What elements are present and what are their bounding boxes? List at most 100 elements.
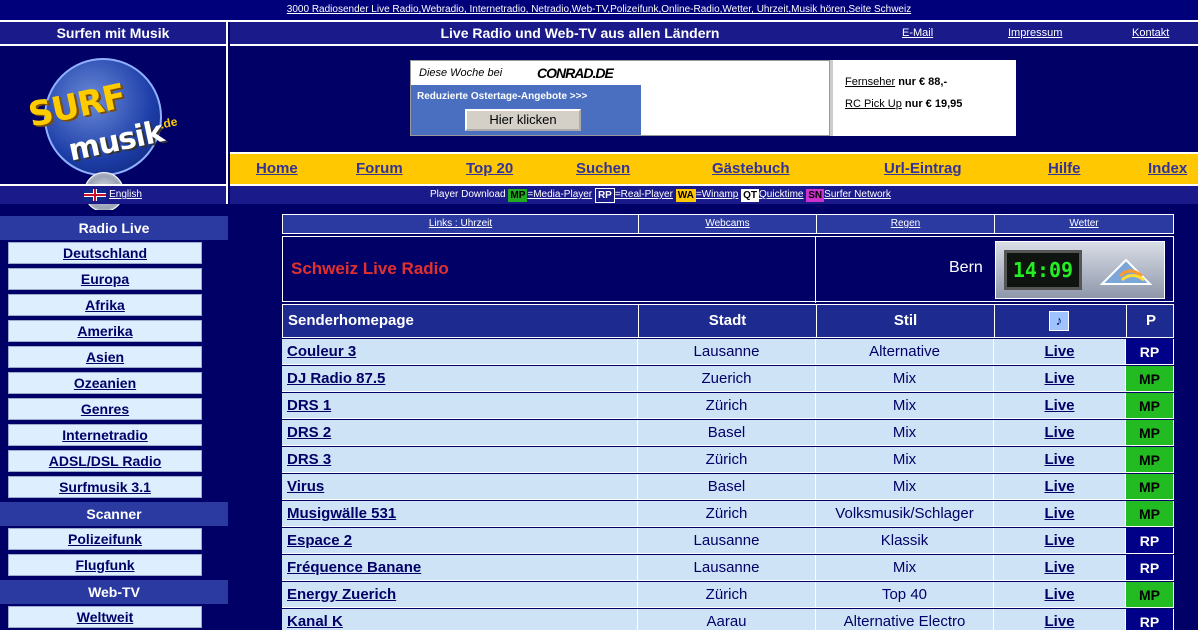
live-stream-link[interactable]: Live: [994, 582, 1126, 608]
table-row: Musigwälle 531 Zürich Volksmusik/Schlager L…: [282, 501, 1174, 527]
station-link[interactable]: Energy Zuerich: [282, 582, 638, 608]
station-city: Lausanne: [638, 528, 816, 554]
conrad-banner-ad[interactable]: Diese Woche bei CONRAD.DE Reduzierte Ost…: [410, 60, 830, 136]
fernseher-link[interactable]: Fernseher: [845, 76, 895, 88]
wa-badge: WA: [675, 188, 696, 202]
rc-pickup-link[interactable]: RC Pick Up: [845, 98, 902, 110]
email-link[interactable]: E-Mail: [902, 22, 933, 44]
media-player-link[interactable]: =Media-Player: [527, 189, 592, 200]
live-stream-link[interactable]: Live: [994, 474, 1126, 500]
live-stream-link[interactable]: Live: [994, 501, 1126, 527]
site-slogan: Surfen mit Musik: [0, 22, 228, 44]
sidebar-item-weltweit[interactable]: Weltweit: [8, 606, 202, 628]
qt-badge: QT: [741, 188, 760, 202]
nav-hilfe[interactable]: Hilfe: [1048, 160, 1081, 177]
impressum-link[interactable]: Impressum: [1008, 22, 1062, 44]
nav-suchen[interactable]: Suchen: [576, 160, 630, 177]
city-label: Bern: [949, 259, 983, 276]
station-link[interactable]: Virus: [282, 474, 638, 500]
live-stream-link[interactable]: Live: [994, 555, 1126, 581]
offer-line: RC Pick Up nur € 19,95: [845, 98, 962, 110]
nav-gaestebuch[interactable]: Gästebuch: [712, 160, 790, 177]
nav-top20[interactable]: Top 20: [466, 160, 513, 177]
real-player-link[interactable]: =Real-Player: [615, 189, 673, 200]
tab-regen[interactable]: Regen: [817, 215, 995, 233]
station-city: Aarau: [638, 609, 816, 630]
nav-forum[interactable]: Forum: [356, 160, 403, 177]
ad-promo-text: Reduzierte Ostertage-Angebote >>>: [417, 91, 588, 102]
mp-badge: MP: [508, 188, 528, 202]
station-panel: Links : Uhrzeit Webcams Regen Wetter Sch…: [282, 214, 1174, 630]
live-stream-link[interactable]: Live: [994, 447, 1126, 473]
station-link[interactable]: DRS 3: [282, 447, 638, 473]
sidebar-item-europa[interactable]: Europa: [8, 268, 202, 290]
nav-url-eintrag[interactable]: Url-Eintrag: [884, 160, 962, 177]
winamp-link[interactable]: =Winamp: [696, 189, 739, 200]
language-switch[interactable]: English: [0, 184, 228, 204]
offer-price: nur € 19,95: [904, 98, 963, 110]
sidebar-item-internetradio[interactable]: Internetradio: [8, 424, 202, 446]
table-row: Couleur 3 Lausanne Alternative Live RP: [282, 339, 1174, 365]
kontakt-link[interactable]: Kontakt: [1132, 22, 1169, 44]
station-link[interactable]: Fréquence Banane: [282, 555, 638, 581]
quicktime-link[interactable]: Quicktime: [759, 189, 803, 200]
digital-clock: 14:09: [1004, 250, 1082, 290]
nav-home[interactable]: Home: [256, 160, 298, 177]
title-row: Schweiz Live Radio Bern 14:09: [282, 236, 1174, 303]
live-stream-link[interactable]: Live: [994, 366, 1126, 392]
player-badge: MP: [1126, 474, 1174, 500]
sidebar-item-flugfunk[interactable]: Flugfunk: [8, 554, 202, 576]
table-row: DJ Radio 87.5 Zuerich Mix Live MP: [282, 366, 1174, 392]
sidebar-item-deutschland[interactable]: Deutschland: [8, 242, 202, 264]
page-heading: Live Radio und Web-TV aus allen Ländern: [440, 25, 720, 41]
english-link[interactable]: English: [109, 189, 142, 200]
ad-click-button[interactable]: Hier klicken: [465, 109, 581, 131]
live-stream-link[interactable]: Live: [994, 609, 1126, 630]
nav-index[interactable]: Index: [1148, 160, 1187, 177]
station-link[interactable]: Musigwälle 531: [282, 501, 638, 527]
station-city: Lausanne: [638, 555, 816, 581]
sidebar-item-surfmusik-31[interactable]: Surfmusik 3.1: [8, 476, 202, 498]
tab-webcams[interactable]: Webcams: [639, 215, 817, 233]
tab-uhrzeit[interactable]: Links : Uhrzeit: [283, 215, 639, 233]
weather-icon: [1099, 258, 1153, 285]
sidebar-item-asien[interactable]: Asien: [8, 346, 202, 368]
station-link[interactable]: DRS 1: [282, 393, 638, 419]
col-senderhomepage: Senderhomepage: [283, 305, 639, 337]
sidebar-item-polizeifunk[interactable]: Polizeifunk: [8, 528, 202, 550]
conrad-logo: CONRAD.DE: [537, 65, 614, 81]
site-logo[interactable]: SURF musik .de: [0, 44, 228, 212]
sidebar-item-ozeanien[interactable]: Ozeanien: [8, 372, 202, 394]
player-badge: MP: [1126, 393, 1174, 419]
station-link[interactable]: DJ Radio 87.5: [282, 366, 638, 392]
sidebar-item-genres[interactable]: Genres: [8, 398, 202, 420]
table-row: DRS 1 Zürich Mix Live MP: [282, 393, 1174, 419]
station-link[interactable]: Espace 2: [282, 528, 638, 554]
clock-weather-widget[interactable]: 14:09: [995, 241, 1165, 299]
main-nav: Home Forum Top 20 Suchen Gästebuch Url-E…: [230, 152, 1198, 184]
offer-ad[interactable]: Fernseher nur € 88,- RC Pick Up nur € 19…: [830, 60, 1016, 136]
sidebar-item-amerika[interactable]: Amerika: [8, 320, 202, 342]
tab-wetter[interactable]: Wetter: [995, 215, 1173, 233]
player-badge: RP: [1126, 339, 1174, 365]
table-row: Virus Basel Mix Live MP: [282, 474, 1174, 500]
table-row: DRS 3 Zürich Mix Live MP: [282, 447, 1174, 473]
table-row: Kanal K Aarau Alternative Electro Live RP: [282, 609, 1174, 630]
site-tagline[interactable]: 3000 Radiosender Live Radio,Webradio, In…: [0, 0, 1198, 22]
info-tabs: Links : Uhrzeit Webcams Regen Wetter: [282, 214, 1174, 234]
offer-line: Fernseher nur € 88,-: [845, 76, 947, 88]
live-stream-link[interactable]: Live: [994, 528, 1126, 554]
sidebar-item-adsl-dsl-radio[interactable]: ADSL/DSL Radio: [8, 450, 202, 472]
live-stream-link[interactable]: Live: [994, 339, 1126, 365]
surfer-network-link[interactable]: Surfer Network: [824, 189, 891, 200]
live-stream-link[interactable]: Live: [994, 420, 1126, 446]
station-link[interactable]: Kanal K: [282, 609, 638, 630]
sidebar-item-afrika[interactable]: Afrika: [8, 294, 202, 316]
station-link[interactable]: Couleur 3: [282, 339, 638, 365]
player-badge: MP: [1126, 447, 1174, 473]
rp-badge: RP: [594, 187, 615, 203]
station-link[interactable]: DRS 2: [282, 420, 638, 446]
live-stream-link[interactable]: Live: [994, 393, 1126, 419]
player-badge: RP: [1126, 609, 1174, 630]
sidebar-heading-radio-live: Radio Live: [0, 216, 228, 240]
